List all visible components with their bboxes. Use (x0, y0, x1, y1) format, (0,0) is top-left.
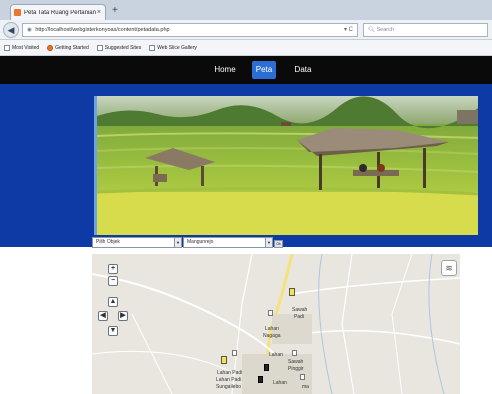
pan-up-button[interactable]: ▲ (108, 297, 118, 307)
bookmark-suggested-sites[interactable]: Suggested Sites (96, 44, 142, 51)
page-icon (149, 44, 156, 51)
nav-peta[interactable]: Peta (252, 61, 276, 79)
map-label: Pinggir (288, 366, 304, 372)
zoom-out-button[interactable]: − (108, 276, 118, 286)
site-navigation: Home Peta Data (0, 56, 492, 84)
pan-down-button[interactable]: ▼ (108, 326, 118, 336)
map-label: Lahan Padi (216, 377, 242, 383)
map-marker-icon[interactable] (232, 350, 237, 356)
pan-left-button[interactable]: ◀ (98, 311, 108, 321)
bookmark-getting-started[interactable]: Getting Started (47, 44, 89, 51)
new-tab-button[interactable]: + (112, 5, 118, 17)
map-label: Lahan (269, 352, 283, 358)
filter-submit-button[interactable]: Ok (274, 240, 283, 248)
map-marker-icon[interactable] (268, 310, 273, 316)
bookmark-label: Most Visited (12, 44, 40, 51)
map-view[interactable]: + − ▲ ◀ ▶ ▼ ≋ Sawah Padi Lahan Nagaga La… (92, 254, 460, 394)
map-label: Nagaga (263, 333, 281, 339)
map-label: Lahan (265, 326, 279, 332)
globe-icon: ◉ (27, 27, 32, 33)
nav-data[interactable]: Data (292, 61, 314, 79)
map-label: Padi (294, 314, 305, 320)
site-favicon-icon (14, 9, 21, 16)
nav-home[interactable]: Home (212, 61, 238, 79)
layers-icon[interactable]: ≋ (441, 260, 457, 276)
chevron-down-icon: ▼ (174, 238, 181, 247)
browser-nav-bar: ◀ ◉ http://localhost/webgisterkonyoas/co… (0, 20, 492, 40)
map-tiles (92, 254, 460, 394)
filter-bar: Pilih Objek ▼ Mangunrejo ▼ Ok (92, 236, 492, 250)
kecamatan-select-value: Mangunrejo (187, 239, 214, 245)
bookmark-web-slice-gallery[interactable]: Web Slice Gallery (149, 44, 197, 51)
bookmark-most-visited[interactable]: Most Visited (4, 44, 40, 51)
page-icon (96, 44, 103, 51)
bookmark-label: Web Slice Gallery (157, 44, 197, 51)
map-label: Sawah (288, 359, 304, 365)
firefox-icon (47, 44, 54, 51)
map-label: Sawah (292, 307, 308, 313)
map-label: Sungailebo (216, 384, 242, 390)
hero-image (94, 96, 478, 235)
bookmarks-icon (4, 44, 10, 51)
browser-tab-bar: Peta Tata Ruang Pertanian ... × + (0, 0, 492, 20)
url-text: http://localhost/webgisterkonyoas/conten… (35, 27, 170, 33)
bookmark-label: Getting Started (55, 44, 89, 51)
map-marker-icon[interactable] (264, 364, 269, 371)
search-input[interactable]: 🔍︎ Search (363, 23, 488, 37)
map-marker-icon[interactable] (258, 376, 263, 383)
tab-close-icon[interactable]: × (97, 9, 101, 16)
search-placeholder: Search (376, 27, 394, 33)
map-label: ma (302, 384, 309, 390)
reload-icon[interactable]: ▾ C (344, 24, 353, 36)
back-button[interactable]: ◀ (3, 22, 19, 38)
objek-select[interactable]: Pilih Objek ▼ (92, 237, 182, 248)
bookmark-label: Suggested Sites (104, 44, 142, 51)
zoom-in-button[interactable]: + (108, 264, 118, 274)
kecamatan-select[interactable]: Mangunrejo ▼ (183, 237, 273, 248)
map-marker-icon[interactable] (221, 356, 227, 364)
pan-right-button[interactable]: ▶ (118, 311, 128, 321)
address-bar[interactable]: ◉ http://localhost/webgisterkonyoas/cont… (22, 23, 358, 37)
map-label: Lahan (273, 380, 287, 386)
chevron-down-icon: ▼ (265, 238, 272, 247)
map-marker-icon[interactable] (289, 288, 295, 296)
map-marker-icon[interactable] (300, 374, 305, 380)
objek-select-value: Pilih Objek (96, 239, 120, 245)
map-marker-icon[interactable] (292, 350, 297, 356)
map-label: Lahan Padi (217, 370, 243, 376)
tab-title: Peta Tata Ruang Pertanian ... (24, 9, 97, 16)
browser-tab[interactable]: Peta Tata Ruang Pertanian ... × (10, 4, 106, 20)
bookmarks-bar: Most Visited Getting Started Suggested S… (0, 40, 492, 56)
search-icon: 🔍︎ (368, 27, 375, 33)
